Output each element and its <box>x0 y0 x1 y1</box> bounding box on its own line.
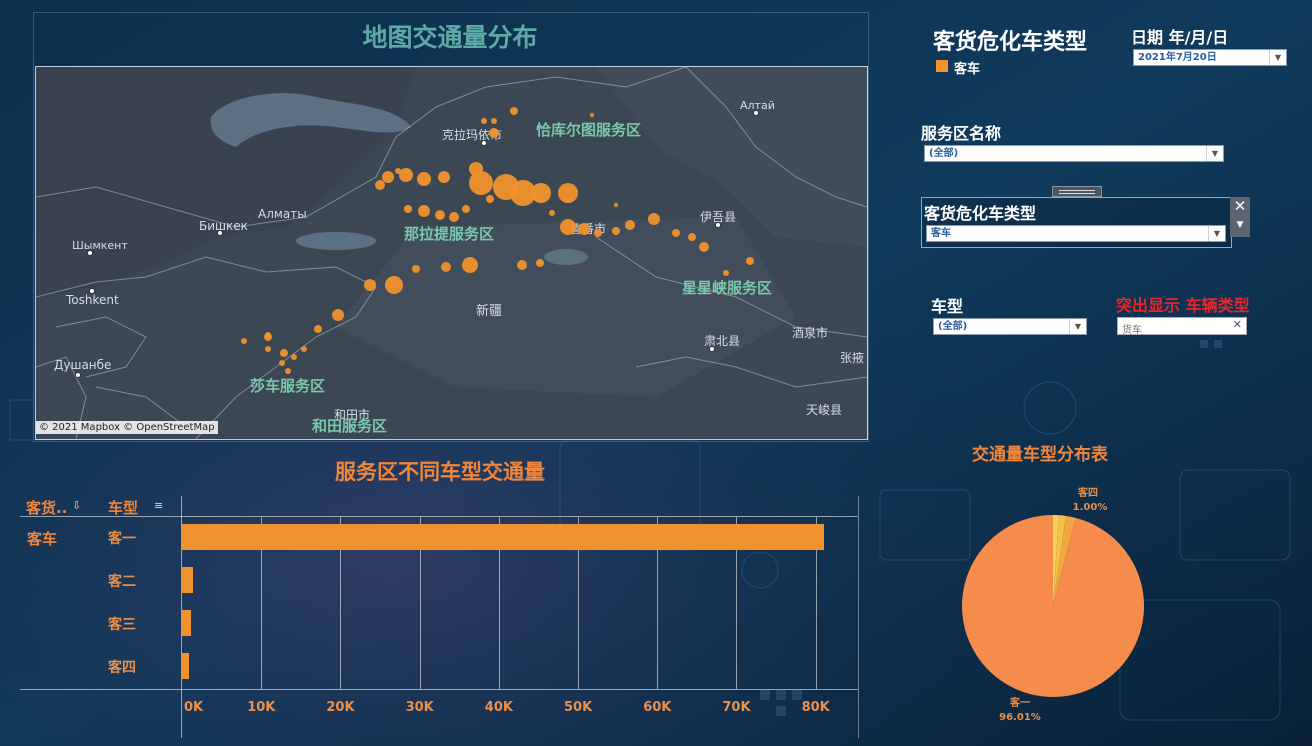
map-label-zhangye: 张掖 <box>840 351 864 365</box>
legend-label-passenger[interactable]: 客车 <box>954 58 980 77</box>
map-label-yiwu: 伊吾县 <box>700 210 736 224</box>
map-credit[interactable]: © 2021 Mapbox © OpenStreetMap <box>36 421 218 434</box>
traffic-map[interactable]: 克拉玛依市 Алтай Бишкек Алматы Шымкент Toshke… <box>35 66 868 440</box>
x-tick-label: 80K <box>801 700 830 715</box>
map-label-tianjun: 天峻县 <box>806 402 842 417</box>
bar-category-label: 客一 <box>108 531 136 547</box>
map-label-subei: 肃北县 <box>704 334 740 348</box>
date-filter-dropdown[interactable]: 2021年7月20日 ▼ <box>1133 49 1287 66</box>
chevron-down-icon[interactable]: ▼ <box>1206 146 1223 161</box>
x-tick-label: 70K <box>722 700 751 715</box>
table-header-divider <box>20 516 858 517</box>
chevron-down-icon[interactable]: ▼ <box>1269 50 1286 65</box>
map-label-almaty: Алматы <box>258 207 307 221</box>
map-label-dushanbe: Душанбе <box>54 358 111 372</box>
map-label-bishkek: Бишкек <box>199 219 248 233</box>
x-tick-label: 0K <box>184 700 204 715</box>
col-header-category[interactable]: 客货.. <box>26 497 67 518</box>
map-label-qiakuertu-service[interactable]: 恰库尔图服务区 <box>536 121 641 139</box>
sort-icon[interactable]: ≡ <box>154 499 163 512</box>
category-filter-label: 客货危化车类型 <box>924 204 1037 223</box>
pie-label-ke1-name: 客一 <box>1009 696 1030 709</box>
pie-label-ke4-name: 客四 <box>1077 486 1098 499</box>
map-title: 地图交通量分布 <box>362 23 538 52</box>
bar-客三[interactable] <box>182 610 191 636</box>
map-label-toshkent: Toshkent <box>65 293 119 307</box>
map-label-altai: Алтай <box>740 99 775 112</box>
legend-swatch-passenger <box>936 60 948 72</box>
pie-label-ke1-value: 96.01% <box>999 712 1041 723</box>
highlight-search-input[interactable] <box>1118 322 1226 339</box>
bar-客一[interactable] <box>182 524 824 550</box>
table-bottom-divider <box>20 689 858 690</box>
bar-category-label: 客三 <box>108 617 136 633</box>
date-filter-value: 2021年7月20日 <box>1138 52 1217 63</box>
category-dropdown-value: 客车 <box>931 228 951 239</box>
map-label-xinjiang: 新疆 <box>476 303 502 319</box>
chevron-down-icon[interactable]: ▼ <box>1069 319 1086 334</box>
category-dropdown[interactable]: 客车 ▼ <box>926 225 1226 242</box>
drag-handle[interactable] <box>1052 186 1102 197</box>
vehicle-type-dropdown[interactable]: (全部) ▼ <box>933 318 1087 335</box>
date-filter-label: 日期 年/月/日 <box>1131 28 1229 47</box>
service-area-value: (全部) <box>929 148 959 159</box>
card-toolbar: ✕ ▼ <box>1230 197 1250 237</box>
bar-category-label: 客四 <box>108 660 136 676</box>
chevron-down-icon[interactable]: ▼ <box>1208 226 1225 241</box>
bar-客二[interactable] <box>182 567 194 593</box>
map-label-jiuquan: 酒泉市 <box>792 325 828 340</box>
x-tick-label: 50K <box>564 700 593 715</box>
pie-slice-客一[interactable] <box>962 515 1144 697</box>
sort-icon[interactable]: ⇩ <box>72 499 81 512</box>
pie-label-ke4-value: 1.00% <box>1073 502 1108 513</box>
map-label-hotan-service[interactable]: 和田服务区 <box>312 417 387 435</box>
more-options-icon[interactable]: ▼ <box>1230 215 1250 235</box>
x-tick-label: 20K <box>326 700 355 715</box>
x-tick-label: 60K <box>643 700 672 715</box>
bar-category-label: 客二 <box>108 574 136 590</box>
service-area-dropdown[interactable]: (全部) ▼ <box>924 145 1224 162</box>
highlight-search-box[interactable]: ✕ <box>1117 317 1247 339</box>
map-label-nalati-service[interactable]: 那拉提服务区 <box>404 225 494 243</box>
x-tick-label: 10K <box>247 700 276 715</box>
pie-panel-title: 交通量车型分布表 <box>972 445 1108 465</box>
map-label-shymkent: Шымкент <box>72 239 128 252</box>
row-group-passenger[interactable]: 客车 <box>27 528 57 549</box>
service-area-filter-label: 服务区名称 <box>921 124 1002 143</box>
map-label-xingxingxia-service[interactable]: 星星峡服务区 <box>682 279 772 297</box>
close-icon[interactable]: ✕ <box>1230 197 1250 215</box>
pie-chart: 客四 1.00% 客一 96.01% <box>962 486 1144 723</box>
vehicle-type-value: (全部) <box>938 321 968 332</box>
bar-panel-title: 服务区不同车型交通量 <box>335 460 545 484</box>
vehicle-category-title: 客货危化车类型 <box>933 30 1088 55</box>
vehicle-type-filter-label: 车型 <box>931 297 964 316</box>
panel-right-border <box>858 496 859 738</box>
highlight-label: 突出显示 车辆类型 <box>1116 296 1250 315</box>
x-tick-label: 40K <box>484 700 513 715</box>
col-header-vehicle-type[interactable]: 车型 <box>108 497 138 518</box>
x-tick-label: 30K <box>405 700 434 715</box>
bar-客四[interactable] <box>182 653 190 679</box>
map-label-shache-service[interactable]: 莎车服务区 <box>250 377 325 395</box>
clear-icon[interactable]: ✕ <box>1233 318 1242 331</box>
